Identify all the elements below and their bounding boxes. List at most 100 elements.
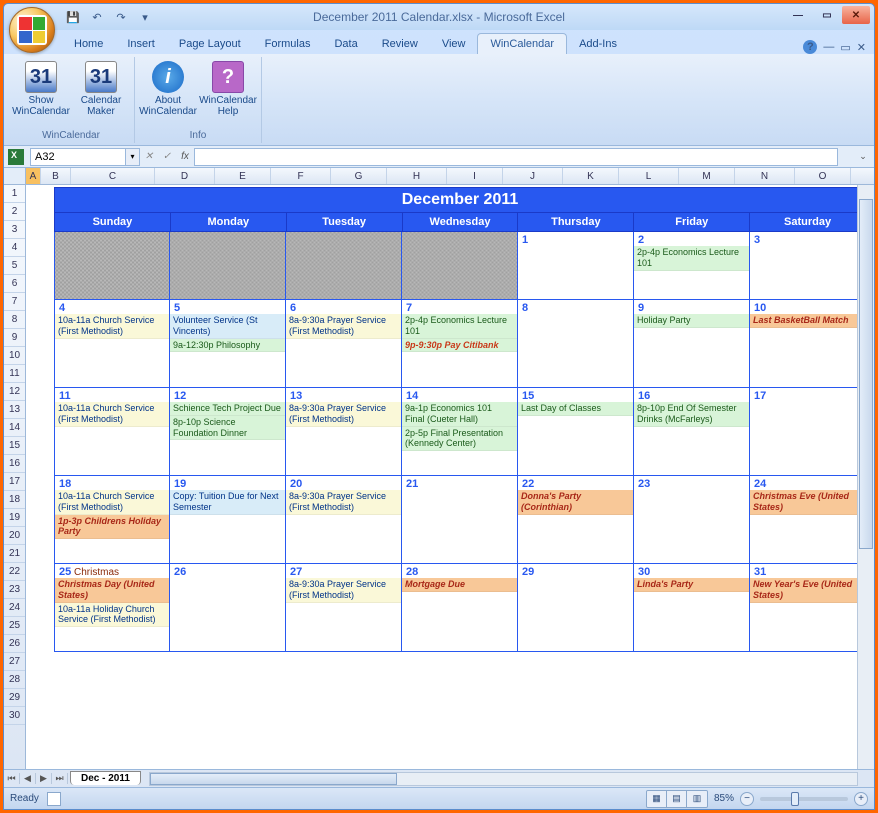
view-normal[interactable]: ▦	[647, 791, 667, 807]
fx-label[interactable]: fx	[176, 151, 194, 162]
name-box-dropdown[interactable]: ▾	[126, 148, 140, 166]
calendar-cell-15[interactable]: 15Last Day of Classes	[518, 388, 634, 476]
col-header-F[interactable]: F	[271, 168, 331, 184]
calendar-cell-14[interactable]: 149a-1p Economics 101 Final (Cueter Hall…	[402, 388, 518, 476]
calendar-cell-22[interactable]: 22 Donna's Party (Corinthian)	[518, 476, 634, 564]
calendar-event[interactable]: Schience Tech Project Due	[170, 402, 285, 416]
view-page-break[interactable]: ▥	[687, 791, 707, 807]
calendar-event[interactable]: New Year's Eve (United States)	[750, 578, 865, 603]
row-header-4[interactable]: 4	[4, 239, 25, 257]
row-header-12[interactable]: 12	[4, 383, 25, 401]
calendar-event[interactable]: 10a-11a Holiday Church Service (First Me…	[55, 603, 169, 628]
calendar-cell-21[interactable]: 21	[402, 476, 518, 564]
row-header-2[interactable]: 2	[4, 203, 25, 221]
calendar-event[interactable]: 8a-9:30a Prayer Service (First Methodist…	[286, 490, 401, 515]
tab-prev[interactable]: ◀	[20, 773, 36, 784]
calendar-cell-inactive[interactable]	[402, 232, 518, 300]
mdi-restore[interactable]: ▭	[840, 41, 850, 54]
row-header-13[interactable]: 13	[4, 401, 25, 419]
calendar-event[interactable]: Mortgage Due	[402, 578, 517, 592]
row-header-17[interactable]: 17	[4, 473, 25, 491]
col-header-K[interactable]: K	[563, 168, 619, 184]
tab-page-layout[interactable]: Page Layout	[167, 34, 253, 54]
calendar-event[interactable]: 8a-9:30a Prayer Service (First Methodist…	[286, 578, 401, 603]
calendar-cell-20[interactable]: 208a-9:30a Prayer Service (First Methodi…	[286, 476, 402, 564]
mdi-close[interactable]: ✕	[857, 41, 866, 54]
office-button[interactable]	[9, 7, 55, 53]
minimize-button[interactable]: —	[784, 6, 812, 24]
save-button[interactable]: 💾	[62, 7, 84, 27]
formula-bar-expand[interactable]: ⌄	[856, 151, 870, 162]
calendar-event[interactable]: 8a-9:30a Prayer Service (First Methodist…	[286, 314, 401, 339]
col-header-L[interactable]: L	[619, 168, 679, 184]
maximize-button[interactable]: ▭	[813, 6, 841, 24]
row-header-23[interactable]: 23	[4, 581, 25, 599]
calendar-event[interactable]: 8p-10p End Of Semester Drinks (McFarleys…	[634, 402, 749, 427]
row-header-10[interactable]: 10	[4, 347, 25, 365]
col-header-C[interactable]: C	[71, 168, 155, 184]
row-header-18[interactable]: 18	[4, 491, 25, 509]
row-header-6[interactable]: 6	[4, 275, 25, 293]
zoom-level[interactable]: 85%	[714, 793, 734, 804]
vertical-scrollbar[interactable]	[857, 185, 874, 769]
calendar-event[interactable]: 2p-4p Economics Lecture 101	[402, 314, 517, 339]
calendar-cell-8[interactable]: 8	[518, 300, 634, 388]
calendar-event[interactable]: Christmas Eve (United States)	[750, 490, 865, 515]
tab-add-ins[interactable]: Add-Ins	[567, 34, 629, 54]
worksheet-grid[interactable]: December 2011 SundayMondayTuesdayWednesd…	[26, 185, 874, 769]
calendar-cell-25[interactable]: 25 Christmas Christmas Day (United State…	[54, 564, 170, 652]
row-header-5[interactable]: 5	[4, 257, 25, 275]
row-header-14[interactable]: 14	[4, 419, 25, 437]
calendar-cell-24[interactable]: 24 Christmas Eve (United States)	[750, 476, 866, 564]
calendar-cell-5[interactable]: 5Volunteer Service (St Vincents)9a-12:30…	[170, 300, 286, 388]
zoom-slider[interactable]	[760, 797, 848, 801]
tab-next[interactable]: ▶	[36, 773, 52, 784]
zoom-out-button[interactable]: −	[740, 792, 754, 806]
tab-last[interactable]: ⏭	[52, 773, 68, 784]
col-header-H[interactable]: H	[387, 168, 447, 184]
calendar-cell-29[interactable]: 29	[518, 564, 634, 652]
tab-formulas[interactable]: Formulas	[253, 34, 323, 54]
calendar-event[interactable]: Copy: Tuition Due for Next Semester	[170, 490, 285, 515]
zoom-in-button[interactable]: +	[854, 792, 868, 806]
row-header-29[interactable]: 29	[4, 689, 25, 707]
calendar-event[interactable]: 10a-11a Church Service (First Methodist)	[55, 314, 169, 339]
tab-insert[interactable]: Insert	[115, 34, 167, 54]
calendar-cell-11[interactable]: 1110a-11a Church Service (First Methodis…	[54, 388, 170, 476]
calendar-cell-30[interactable]: 30 Linda's Party	[634, 564, 750, 652]
zoom-slider-thumb[interactable]	[791, 792, 799, 806]
row-header-1[interactable]: 1	[4, 185, 25, 203]
calendar-cell-27[interactable]: 278a-9:30a Prayer Service (First Methodi…	[286, 564, 402, 652]
row-header-27[interactable]: 27	[4, 653, 25, 671]
row-header-26[interactable]: 26	[4, 635, 25, 653]
calendar-cell-inactive[interactable]	[170, 232, 286, 300]
row-header-21[interactable]: 21	[4, 545, 25, 563]
calendar-cell-6[interactable]: 68a-9:30a Prayer Service (First Methodis…	[286, 300, 402, 388]
calendar-event[interactable]: Donna's Party (Corinthian)	[518, 490, 633, 515]
about-wincalendar-button[interactable]: iAbout WinCalendar	[141, 59, 195, 129]
calendar-cell-19[interactable]: 19Copy: Tuition Due for Next Semester	[170, 476, 286, 564]
col-header-B[interactable]: B	[41, 168, 71, 184]
close-button[interactable]: ✕	[842, 6, 870, 24]
hscroll-thumb[interactable]	[150, 773, 397, 785]
calendar-event[interactable]: 1p-3p Childrens Holiday Party	[55, 515, 169, 540]
tab-home[interactable]: Home	[62, 34, 115, 54]
row-header-19[interactable]: 19	[4, 509, 25, 527]
calendar-event[interactable]: 8a-9:30a Prayer Service (First Methodist…	[286, 402, 401, 427]
help-icon[interactable]: ?	[803, 40, 817, 54]
calendar-event[interactable]: 10a-11a Church Service (First Methodist)	[55, 402, 169, 427]
calendar-cell-18[interactable]: 1810a-11a Church Service (First Methodis…	[54, 476, 170, 564]
row-header-28[interactable]: 28	[4, 671, 25, 689]
calendar-cell-16[interactable]: 168p-10p End Of Semester Drinks (McFarle…	[634, 388, 750, 476]
calendar-cell-1[interactable]: 1	[518, 232, 634, 300]
tab-first[interactable]: ⏮	[4, 773, 20, 784]
calendar-event[interactable]: Last BasketBall Match	[750, 314, 865, 328]
view-page-layout[interactable]: ▤	[667, 791, 687, 807]
calendar-cell-inactive[interactable]	[286, 232, 402, 300]
tab-wincalendar[interactable]: WinCalendar	[477, 33, 567, 54]
calendar-event[interactable]: 9a-12:30p Philosophy	[170, 339, 285, 353]
row-header-22[interactable]: 22	[4, 563, 25, 581]
calendar-event[interactable]: Christmas Day (United States)	[55, 578, 169, 603]
row-header-24[interactable]: 24	[4, 599, 25, 617]
calendar-event[interactable]: 2p-4p Economics Lecture 101	[634, 246, 749, 271]
